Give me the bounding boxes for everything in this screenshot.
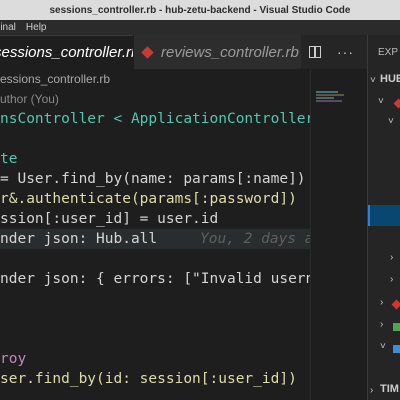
chevron-right-icon[interactable]: › xyxy=(370,385,373,396)
chevron-right-icon[interactable]: › xyxy=(390,274,393,285)
code-line: roy xyxy=(0,349,310,369)
breadcrumb[interactable]: sessions_controller.rb xyxy=(0,69,310,89)
code-line-text: nder json: { errors: ["Invalid userna xyxy=(0,271,310,287)
code-line: nder json: { errors: ["Invalid userna xyxy=(0,269,310,289)
code-line: ssion[:user_id] = user.id xyxy=(0,209,310,229)
editor-minimap[interactable] xyxy=(310,69,368,400)
timeline-section[interactable]: TIM xyxy=(380,383,399,395)
code-editor[interactable]: uthor (You) nsController < ApplicationCo… xyxy=(0,89,310,400)
menu-item-terminal[interactable]: minal xyxy=(0,22,16,33)
chevron-right-icon[interactable]: › xyxy=(390,252,393,263)
tab-label: reviews_controller.rb xyxy=(161,43,299,61)
code-line-text: roy xyxy=(0,351,27,367)
menu-item-help[interactable]: Help xyxy=(26,22,47,33)
code-line-text: r&.authenticate(params[:password]) xyxy=(0,191,297,207)
chevron-down-icon[interactable]: ˅ xyxy=(378,96,384,107)
git-blame-annotation: You, 2 days a xyxy=(200,231,310,247)
code-line: te xyxy=(0,149,310,169)
ruby-icon xyxy=(141,45,154,59)
code-line-text: te xyxy=(0,151,18,167)
code-line-current: nder json: Hub.all You, 2 days a xyxy=(0,229,310,249)
menu-bar: minal Help xyxy=(0,20,400,35)
more-actions-icon[interactable]: ··· xyxy=(337,44,354,60)
chevron-right-icon[interactable]: › xyxy=(380,319,383,330)
chevron-down-icon[interactable]: ˅ xyxy=(388,116,394,127)
folder-icon xyxy=(393,345,400,353)
file-icon xyxy=(393,323,400,331)
workspace-name[interactable]: HUB xyxy=(380,73,400,85)
code-line: nsController < ApplicationController xyxy=(0,109,310,129)
code-line: ser.find_by(id: session[:user_id]) xyxy=(0,369,310,389)
chevron-down-icon[interactable]: ˅ xyxy=(370,75,376,86)
chevron-right-icon[interactable]: › xyxy=(380,297,383,308)
code-author-lens[interactable]: uthor (You) xyxy=(0,89,310,109)
code-line-text: nder json: Hub.all xyxy=(0,231,158,247)
explorer-sidebar: ˅ HUB ˅ ˅ › › › › ˅ › TIM xyxy=(367,69,400,400)
chevron-down-icon[interactable]: ˅ xyxy=(380,341,386,352)
ruby-icon xyxy=(393,98,400,109)
minimap-preview xyxy=(316,90,348,110)
tab-reviews-controller[interactable]: reviews_controller.rb xyxy=(133,35,301,69)
editor-actions: ··· xyxy=(301,35,369,69)
tab-label: sessions_controller.rb xyxy=(0,44,133,61)
ruby-icon xyxy=(391,299,400,310)
explorer-header: EXP xyxy=(367,35,400,69)
editor-tab-bar: sessions_controller.rb ✕ reviews_control… xyxy=(0,35,400,69)
code-line: = User.find_by(name: params[:name]) xyxy=(0,169,310,189)
code-line: r&.authenticate(params[:password]) xyxy=(0,189,310,209)
code-line-text: ser.find_by(id: session[:user_id]) xyxy=(0,371,297,387)
split-editor-icon[interactable] xyxy=(309,46,321,58)
window-title: sessions_controller.rb - hub-zetu-backen… xyxy=(0,0,400,21)
selected-file-row[interactable] xyxy=(368,205,400,226)
code-line-text: nsController < ApplicationController xyxy=(0,111,310,127)
tab-sessions-controller[interactable]: sessions_controller.rb ✕ xyxy=(0,35,133,69)
breadcrumb-file[interactable]: sessions_controller.rb xyxy=(0,72,110,86)
code-line-text: ssion[:user_id] = user.id xyxy=(0,211,219,227)
code-line-text: = User.find_by(name: params[:name]) xyxy=(0,171,306,187)
